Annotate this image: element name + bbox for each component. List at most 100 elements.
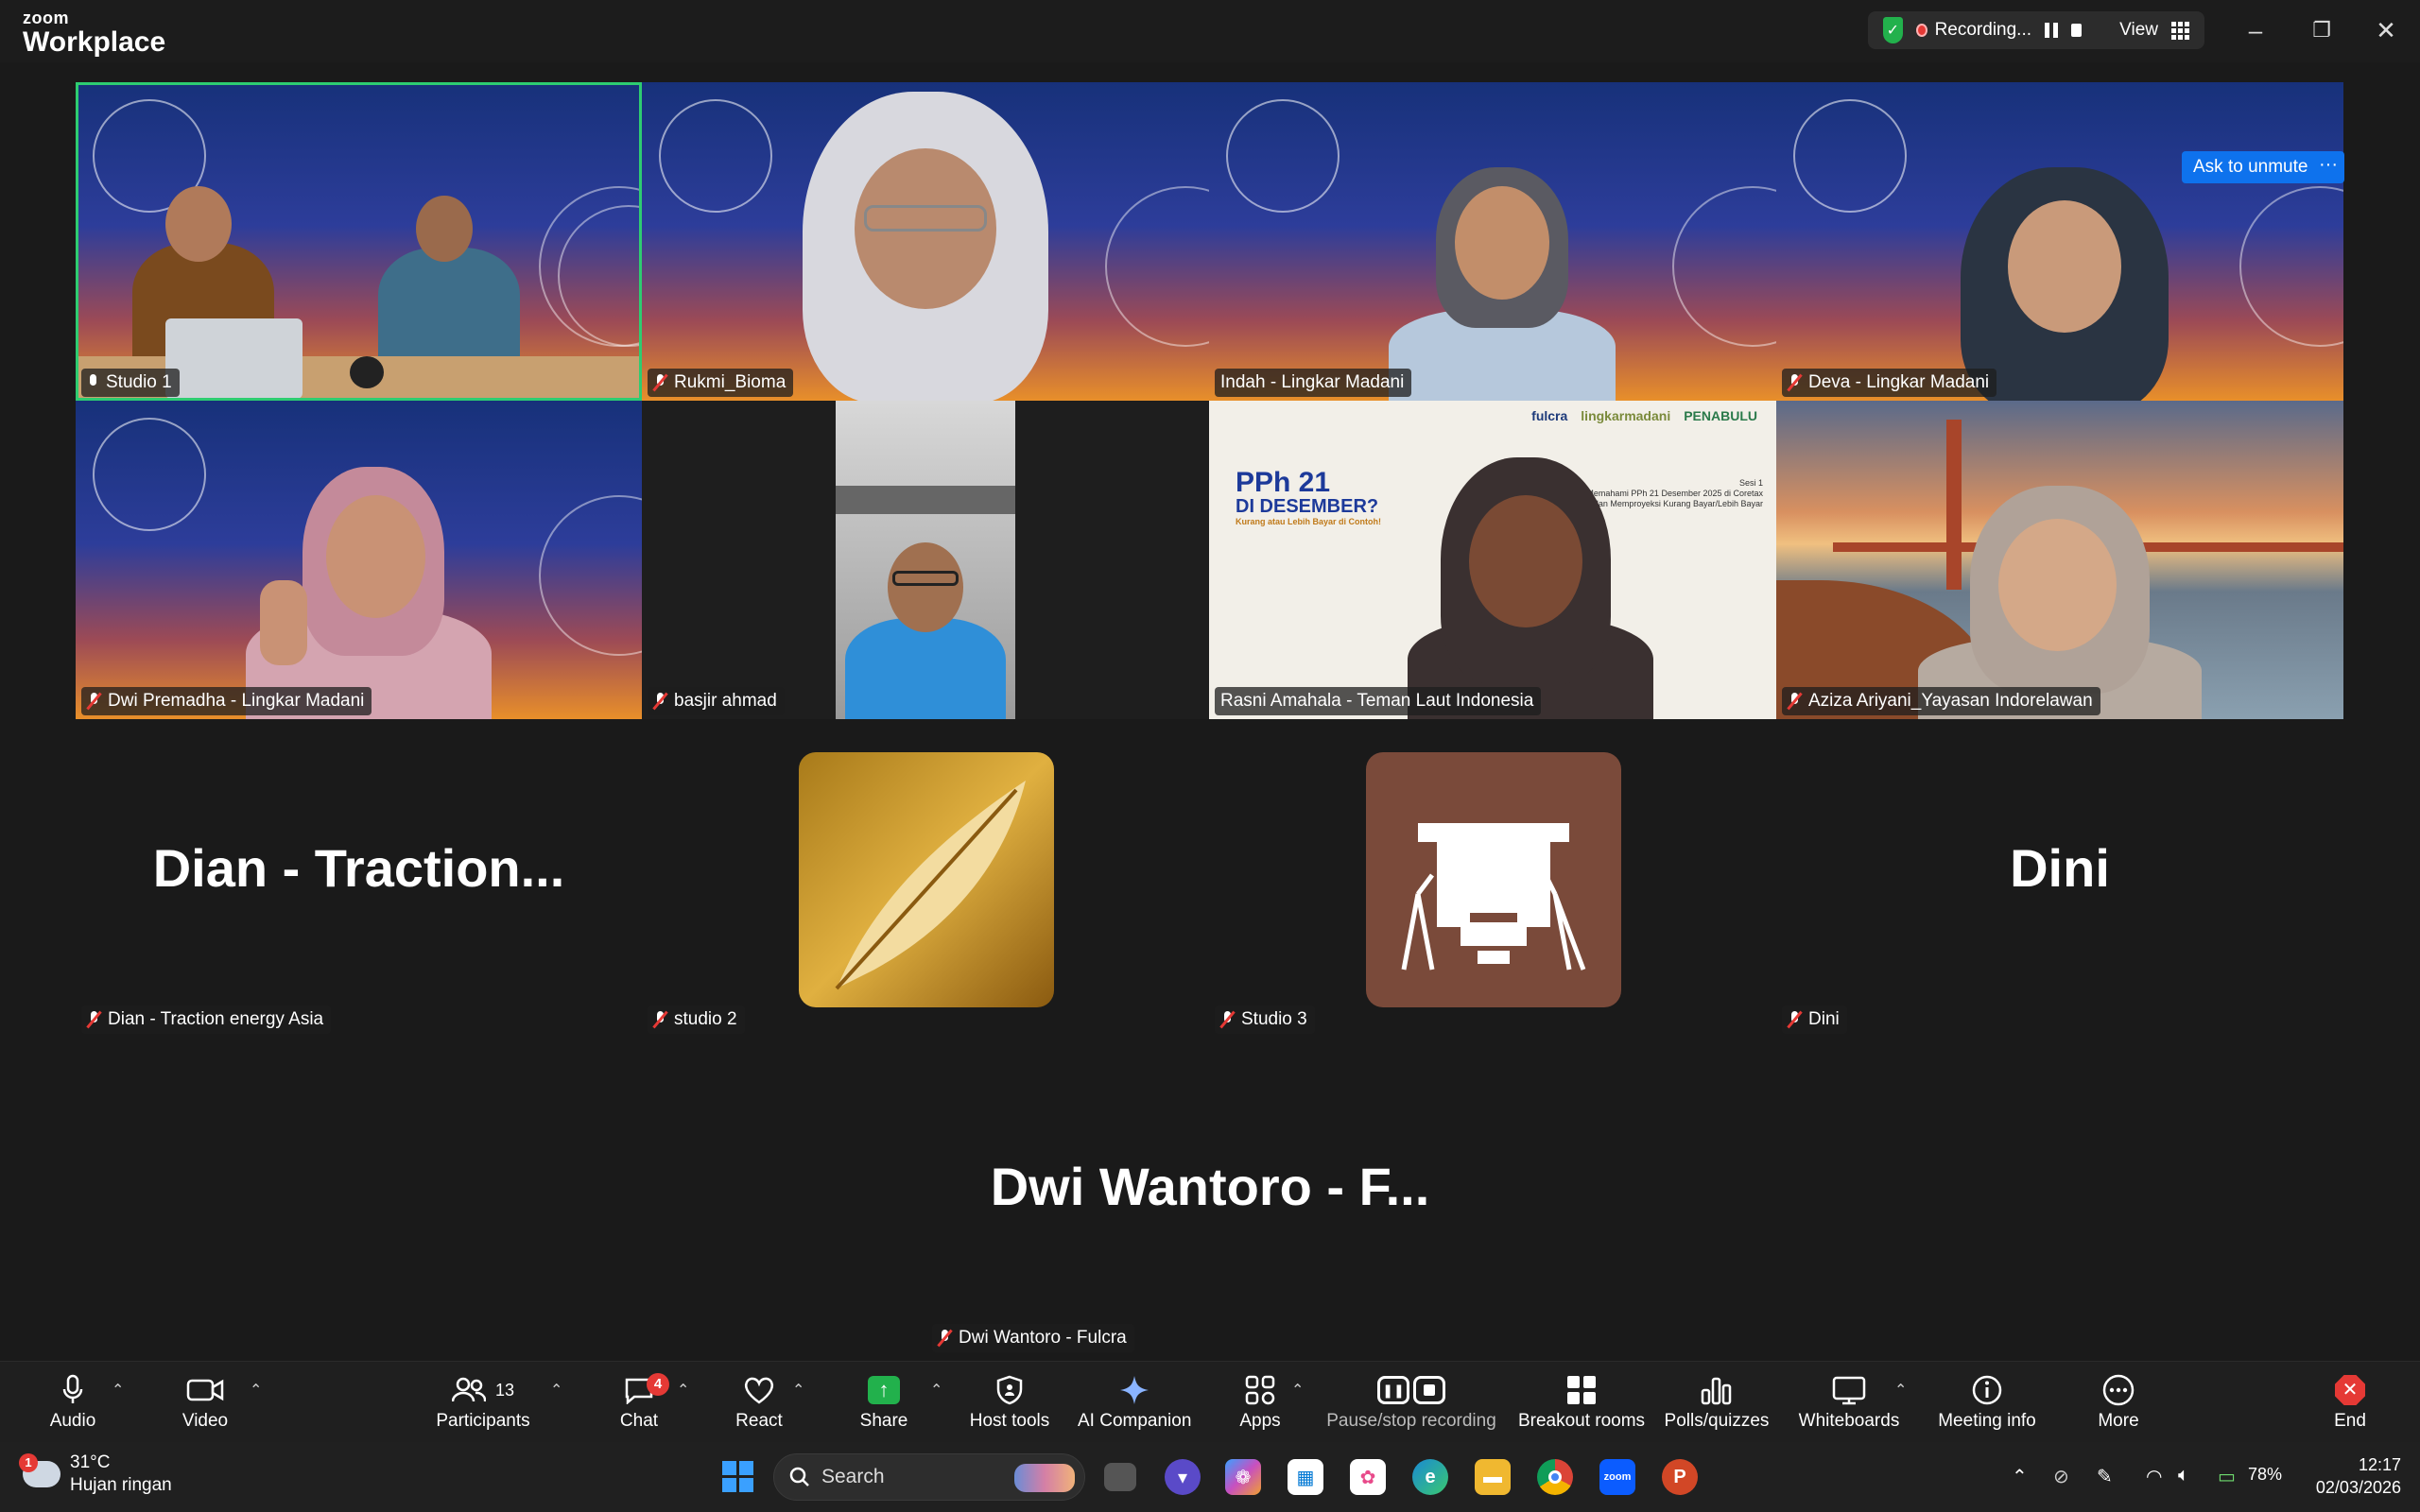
speaker-icon[interactable]: 🔈︎	[2178, 1465, 2189, 1486]
wifi-icon[interactable]: ◠	[2146, 1465, 2162, 1488]
end-meeting-icon: ✕	[2335, 1375, 2365, 1405]
participants-button[interactable]: 13 Participants	[431, 1369, 535, 1432]
react-button[interactable]: React	[726, 1369, 792, 1432]
battery-icon[interactable]: ▭	[2218, 1465, 2236, 1488]
chrome-browser-icon[interactable]	[1537, 1459, 1573, 1495]
file-explorer-icon[interactable]: ▬	[1475, 1459, 1511, 1495]
taskbar-clock[interactable]: 12:17 02/03/2026	[2299, 1453, 2401, 1499]
participant-display-name: Dwi Wantoro - F...	[990, 1157, 1430, 1216]
tile-more-button[interactable]: ···	[2312, 151, 2344, 183]
weather-badge: 1	[19, 1453, 38, 1472]
video-tile-dwi-wantoro[interactable]: Dwi Wantoro - F... Dwi Wantoro - Fulcra	[926, 1038, 1494, 1356]
participant-name: Studio 1	[106, 372, 172, 392]
copilot-icon[interactable]: ❁	[1225, 1459, 1261, 1495]
meeting-info-button[interactable]: Meeting info	[1930, 1369, 2044, 1432]
video-tile-studio-1[interactable]: Studio 1	[76, 82, 642, 401]
audio-button[interactable]: Audio	[40, 1369, 106, 1432]
heart-icon	[744, 1377, 774, 1404]
participants-icon	[451, 1377, 486, 1402]
end-meeting-button[interactable]: ✕ End	[2322, 1369, 2378, 1432]
participant-name: Aziza Ariyani_Yayasan Indorelawan	[1808, 691, 2093, 711]
audio-options-caret-icon[interactable]: ⌃	[112, 1381, 124, 1400]
restore-icon[interactable]: ❐	[2303, 13, 2341, 47]
search-highlight-image	[1014, 1464, 1075, 1492]
nameplate: Rasni Amahala - Teman Laut Indonesia	[1215, 687, 1542, 715]
powerpoint-icon[interactable]: P	[1662, 1459, 1698, 1495]
microsoft-store-icon[interactable]: ▦	[1288, 1459, 1323, 1495]
chat-button[interactable]: 4 Chat	[609, 1369, 669, 1432]
video-tile-indah[interactable]: Indah - Lingkar Madani	[1209, 82, 1776, 401]
polls-quizzes-label: Polls/quizzes	[1664, 1411, 1770, 1431]
task-view-icon[interactable]	[1104, 1463, 1136, 1491]
video-tile-deva[interactable]: Deva - Lingkar Madani	[1776, 82, 2343, 401]
video-tile-aziza[interactable]: Aziza Ariyani_Yayasan Indorelawan	[1776, 401, 2343, 719]
minimize-icon[interactable]: –	[2237, 13, 2274, 47]
video-tile-dian[interactable]: Dian - Traction... Dian - Traction energ…	[76, 719, 642, 1038]
video-tile-rasni[interactable]: fulcra lingkarmadani PENABULU PPh 21 DI …	[1209, 401, 1776, 719]
taskbar-search[interactable]: Search	[773, 1453, 1085, 1501]
video-label: Video	[182, 1411, 229, 1431]
participant-name: studio 2	[674, 1009, 737, 1029]
breakout-rooms-button[interactable]: Breakout rooms	[1516, 1369, 1647, 1432]
recording-label: Recording...	[1934, 20, 2032, 40]
view-button[interactable]: View	[2119, 20, 2158, 41]
slide-brand-1: fulcra	[1531, 408, 1568, 423]
host-tools-label: Host tools	[969, 1411, 1050, 1431]
ai-companion-button[interactable]: AI Companion	[1078, 1369, 1191, 1432]
host-tools-button[interactable]: Host tools	[966, 1369, 1053, 1432]
nameplate: Rukmi_Bioma	[648, 369, 794, 397]
whiteboards-options-caret-icon[interactable]: ⌃	[1894, 1381, 1907, 1400]
windows-start-icon[interactable]	[722, 1461, 753, 1492]
weather-temp: 31°C	[70, 1452, 111, 1472]
more-dots-icon	[2102, 1374, 2135, 1406]
zoom-app-icon[interactable]: zoom	[1599, 1459, 1635, 1495]
proton-vpn-icon[interactable]: ▾	[1165, 1459, 1201, 1495]
whiteboard-icon	[1832, 1376, 1866, 1405]
chat-options-caret-icon[interactable]: ⌃	[677, 1381, 689, 1400]
participant-name: basjir ahmad	[674, 691, 777, 711]
search-icon	[789, 1467, 809, 1486]
stop-recording-icon[interactable]	[2071, 24, 2083, 37]
video-tile-studio-3[interactable]: Studio 3	[1209, 719, 1776, 1038]
video-tile-rukmi[interactable]: Rukmi_Bioma	[642, 82, 1209, 401]
ai-companion-label: AI Companion	[1078, 1411, 1192, 1431]
muted-microphone-icon	[653, 1011, 666, 1028]
polls-quizzes-button[interactable]: Polls/quizzes	[1664, 1369, 1770, 1432]
apps-button[interactable]: Apps	[1227, 1369, 1293, 1432]
whiteboards-button[interactable]: Whiteboards	[1796, 1369, 1902, 1432]
pause-stop-recording-button[interactable]: ❚❚ Pause/stop recording	[1323, 1369, 1499, 1432]
video-tile-dwi-premadha[interactable]: Dwi Premadha - Lingkar Madani	[76, 401, 642, 719]
participants-options-caret-icon[interactable]: ⌃	[550, 1381, 562, 1400]
windows-taskbar: 1 31°C Hujan ringan Search ▾ ❁ ▦ ✿ e ▬ z…	[0, 1442, 2420, 1512]
video-options-caret-icon[interactable]: ⌃	[250, 1381, 262, 1400]
pause-recording-icon[interactable]	[2045, 23, 2059, 38]
video-tile-dini[interactable]: Dini Dini	[1776, 719, 2343, 1038]
recording-dot-icon	[1915, 24, 1927, 37]
nameplate: studio 2	[648, 1005, 745, 1034]
share-button[interactable]: ↑ Share	[851, 1369, 917, 1432]
share-options-caret-icon[interactable]: ⌃	[930, 1381, 942, 1400]
muted-microphone-icon	[87, 693, 100, 710]
edge-browser-icon[interactable]: e	[1412, 1459, 1448, 1495]
end-label: End	[2334, 1411, 2366, 1431]
title-bar: zoom Workplace ✓ Recording... View – ❐ ✕	[0, 0, 2420, 62]
shield-check-icon[interactable]: ✓	[1883, 17, 1903, 43]
close-icon[interactable]: ✕	[2367, 13, 2405, 47]
ask-to-unmute-button[interactable]: Ask to unmute	[2182, 151, 2320, 183]
video-tile-basjir[interactable]: basjir ahmad	[642, 401, 1209, 719]
pen-wifi-icon[interactable]: ✎	[2097, 1465, 2113, 1488]
slide-subtitle: Kurang atau Lebih Bayar di Contoh!	[1236, 517, 1382, 526]
share-label: Share	[859, 1411, 908, 1431]
react-options-caret-icon[interactable]: ⌃	[792, 1381, 804, 1400]
photos-app-icon[interactable]: ✿	[1350, 1459, 1386, 1495]
weather-widget[interactable]: 1 31°C Hujan ringan	[19, 1452, 172, 1497]
grid-view-icon[interactable]	[2170, 21, 2189, 40]
more-button[interactable]: More	[2085, 1369, 2152, 1432]
nameplate: Dwi Wantoro - Fulcra	[932, 1324, 1134, 1352]
notifications-off-icon[interactable]: ⊘	[2053, 1465, 2069, 1488]
tray-chevron-icon[interactable]: ⌃	[2012, 1465, 2028, 1488]
apps-options-caret-icon[interactable]: ⌃	[1291, 1381, 1304, 1400]
video-button[interactable]: Video	[172, 1369, 238, 1432]
video-tile-studio-2[interactable]: studio 2	[642, 719, 1209, 1038]
slide-brand-2: lingkarmadani	[1581, 408, 1671, 423]
